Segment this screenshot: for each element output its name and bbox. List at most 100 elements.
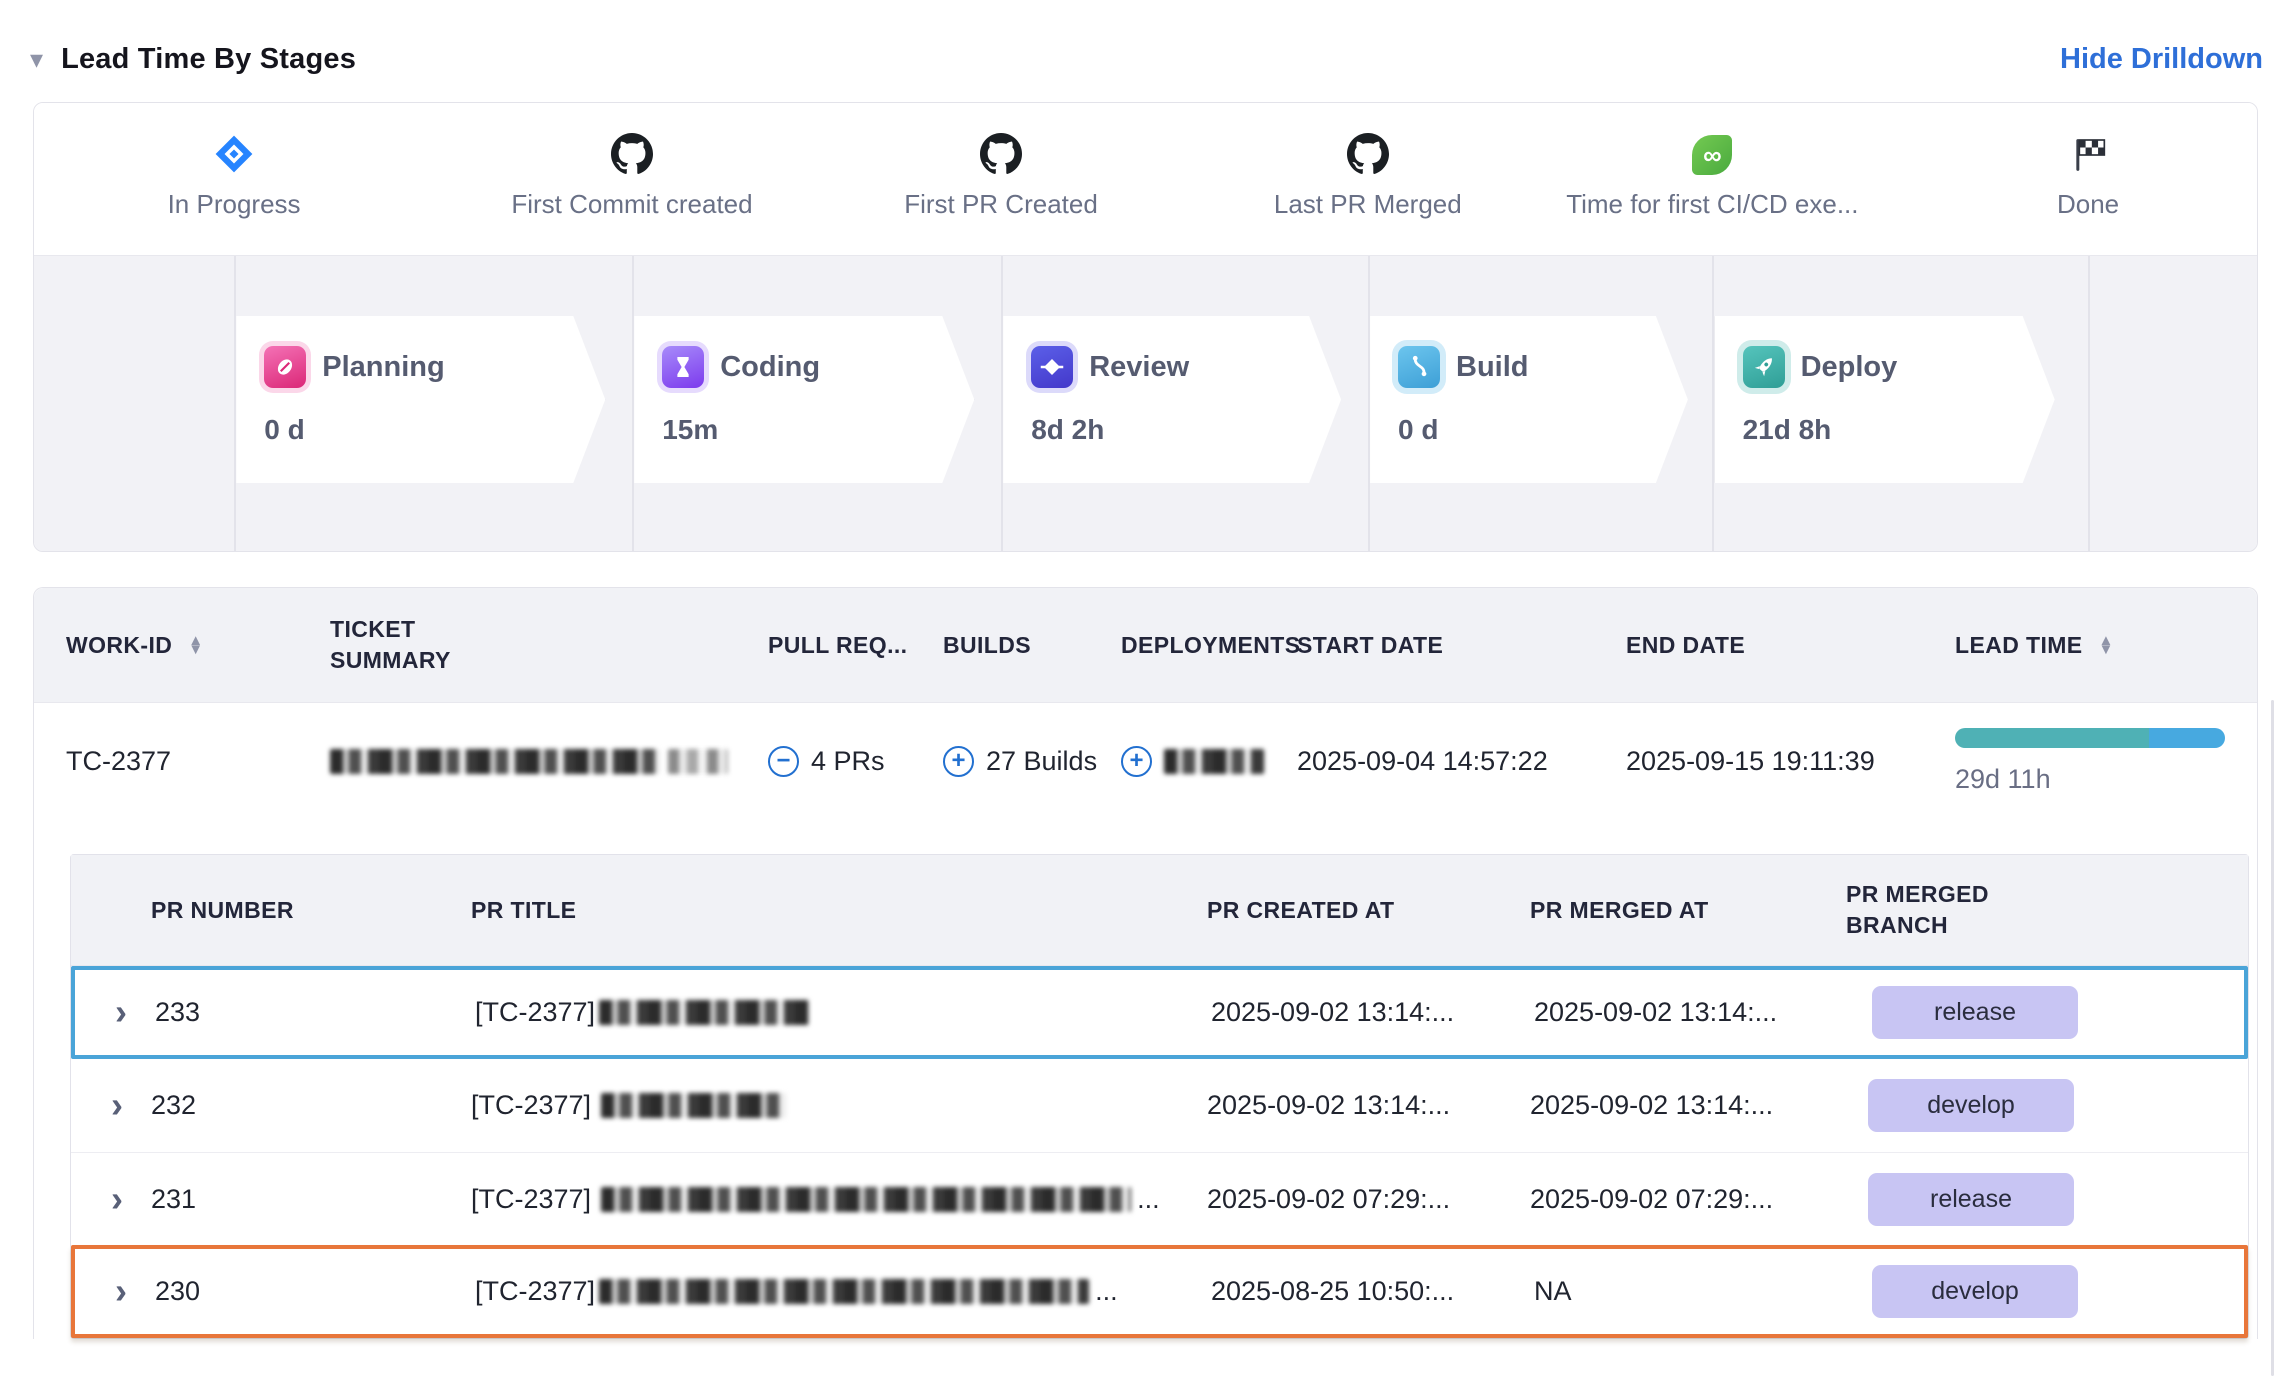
expand-row-chevron-icon[interactable]: › xyxy=(111,1185,123,1214)
column-pr-merged-branch: PR MERGED BRANCH xyxy=(1846,879,2248,941)
github-icon xyxy=(462,103,802,175)
redacted-text xyxy=(601,1093,786,1118)
ticket-summary-redacted xyxy=(330,749,768,774)
pr-title-prefix: [TC-2377] xyxy=(475,1276,595,1307)
pr-created-at: 2025-08-25 10:50:... xyxy=(1211,1276,1534,1307)
builds-count: 27 Builds xyxy=(986,746,1097,777)
stage-coding: Coding 15m xyxy=(634,316,974,483)
pr-number: 231 xyxy=(151,1184,471,1215)
pr-merged-at: 2025-09-02 13:14:... xyxy=(1530,1090,1846,1121)
pr-row-233[interactable]: › 233 [TC-2377] 2025-09-02 13:14:... 202… xyxy=(71,966,2248,1059)
pr-merged-at: 2025-09-02 13:14:... xyxy=(1534,997,1850,1028)
pr-title: [TC-2377] xyxy=(475,997,1211,1028)
milestone-label: Done xyxy=(1918,189,2258,220)
stage-review: Review 8d 2h xyxy=(1003,316,1341,483)
stage-duration: 21d 8h xyxy=(1743,414,2055,446)
milestone-done: Done xyxy=(1918,103,2258,220)
sort-work-id-button[interactable]: ▲▼ xyxy=(188,636,203,655)
milestone-separator xyxy=(1368,256,1370,551)
redacted-text xyxy=(330,749,660,774)
cicd-icon: ∞ xyxy=(1542,103,1882,175)
sort-lead-time-button[interactable]: ▲▼ xyxy=(2099,636,2114,655)
column-pr-created-at: PR CREATED AT xyxy=(1207,897,1530,924)
pr-title: [TC-2377]... xyxy=(471,1184,1207,1215)
review-diamond-icon xyxy=(1031,346,1073,388)
lead-time-cell: 29d 11h xyxy=(1955,728,2257,795)
github-icon xyxy=(831,103,1171,175)
pr-created-at: 2025-09-02 13:14:... xyxy=(1211,997,1534,1028)
milestone-first-commit: First Commit created xyxy=(462,103,802,220)
pr-row-232[interactable]: › 232 [TC-2377] 2025-09-02 13:14:... 202… xyxy=(71,1059,2248,1152)
expand-builds-icon[interactable]: + xyxy=(943,746,974,777)
scrollbar-track[interactable] xyxy=(2271,700,2274,1376)
expand-row-chevron-icon[interactable]: › xyxy=(111,1091,123,1120)
collapse-section-icon[interactable]: ▾ xyxy=(30,46,43,72)
pr-row-231[interactable]: › 231 [TC-2377]... 2025-09-02 07:29:... … xyxy=(71,1152,2248,1245)
collapse-prs-icon[interactable]: − xyxy=(768,746,799,777)
deployments-cell: + xyxy=(1121,746,1297,777)
builds-cell: + 27 Builds xyxy=(943,746,1121,777)
milestone-label: First PR Created xyxy=(831,189,1171,220)
column-label: PR NUMBER xyxy=(151,897,294,924)
pr-created-at: 2025-09-02 13:14:... xyxy=(1207,1090,1530,1121)
branch-badge: develop xyxy=(1868,1079,2074,1132)
branch-badge: develop xyxy=(1872,1265,2078,1318)
milestone-separator xyxy=(234,256,236,551)
column-label: PR CREATED AT xyxy=(1207,897,1395,924)
milestone-label: First Commit created xyxy=(462,189,802,220)
column-label: END DATE xyxy=(1626,632,1745,659)
pr-title: [TC-2377] xyxy=(471,1090,1207,1121)
column-label: TICKET SUMMARY xyxy=(330,614,480,676)
stage-duration: 0 d xyxy=(264,414,605,446)
rocket-icon xyxy=(1743,346,1785,388)
jira-status-icon xyxy=(64,103,404,175)
work-item-row[interactable]: TC-2377 − 4 PRs + 27 Builds + 2025-09-04… xyxy=(34,703,2257,819)
column-label: BUILDS xyxy=(943,632,1031,659)
planning-pen-icon xyxy=(264,346,306,388)
milestone-row: In Progress First Commit created First P… xyxy=(34,103,2257,255)
column-label: PULL REQ... xyxy=(768,632,907,659)
pr-title: [TC-2377]... xyxy=(475,1276,1211,1307)
milestone-separator xyxy=(1001,256,1003,551)
redacted-text xyxy=(599,1279,1089,1304)
expand-row-chevron-icon[interactable]: › xyxy=(115,1277,127,1306)
pr-number: 230 xyxy=(155,1276,475,1307)
column-lead-time: LEAD TIME ▲▼ xyxy=(1955,632,2257,659)
finish-flag-icon xyxy=(1918,103,2258,175)
pr-merged-at: NA xyxy=(1534,1276,1850,1307)
column-builds: BUILDS xyxy=(943,632,1121,659)
column-start-date: START DATE xyxy=(1297,632,1626,659)
milestone-in-progress: In Progress xyxy=(64,103,404,220)
pr-number: 233 xyxy=(155,997,475,1028)
lead-time-bar xyxy=(1955,728,2225,748)
pr-row-230[interactable]: › 230 [TC-2377]... 2025-08-25 10:50:... … xyxy=(71,1245,2248,1338)
stage-name: Build xyxy=(1456,351,1529,384)
expand-deployments-icon[interactable]: + xyxy=(1121,746,1152,777)
stage-name: Review xyxy=(1089,351,1189,384)
branch-badge: release xyxy=(1868,1173,2074,1226)
column-label: DEPLOYMENTS xyxy=(1121,632,1300,659)
lead-time-bar-blue-segment xyxy=(2149,728,2225,748)
column-label: LEAD TIME xyxy=(1955,632,2083,659)
column-label: PR MERGED BRANCH xyxy=(1846,879,1996,941)
milestone-separator xyxy=(2088,256,2090,551)
pr-table-header: PR NUMBER PR TITLE PR CREATED AT PR MERG… xyxy=(71,855,2248,966)
page-title: Lead Time By Stages xyxy=(61,43,356,76)
pull-requests-table: PR NUMBER PR TITLE PR CREATED AT PR MERG… xyxy=(70,854,2249,1339)
column-label: START DATE xyxy=(1297,632,1443,659)
pull-requests-cell: − 4 PRs xyxy=(768,746,943,777)
pr-number: 232 xyxy=(151,1090,471,1121)
milestone-label: Time for first CI/CD exe... xyxy=(1542,189,1882,220)
end-date-value: 2025-09-15 19:11:39 xyxy=(1626,746,1955,777)
hide-drilldown-link[interactable]: Hide Drilldown xyxy=(2060,43,2263,76)
milestone-label: Last PR Merged xyxy=(1198,189,1538,220)
column-label: WORK-ID xyxy=(66,632,172,659)
pr-merged-at: 2025-09-02 07:29:... xyxy=(1530,1184,1846,1215)
pull-requests-count: 4 PRs xyxy=(811,746,885,777)
column-label: PR MERGED AT xyxy=(1530,897,1709,924)
expand-row-chevron-icon[interactable]: › xyxy=(115,998,127,1027)
redacted-text xyxy=(599,1000,809,1025)
milestone-first-pr: First PR Created xyxy=(831,103,1171,220)
column-pull-requests: PULL REQ... xyxy=(768,632,943,659)
github-icon xyxy=(1198,103,1538,175)
